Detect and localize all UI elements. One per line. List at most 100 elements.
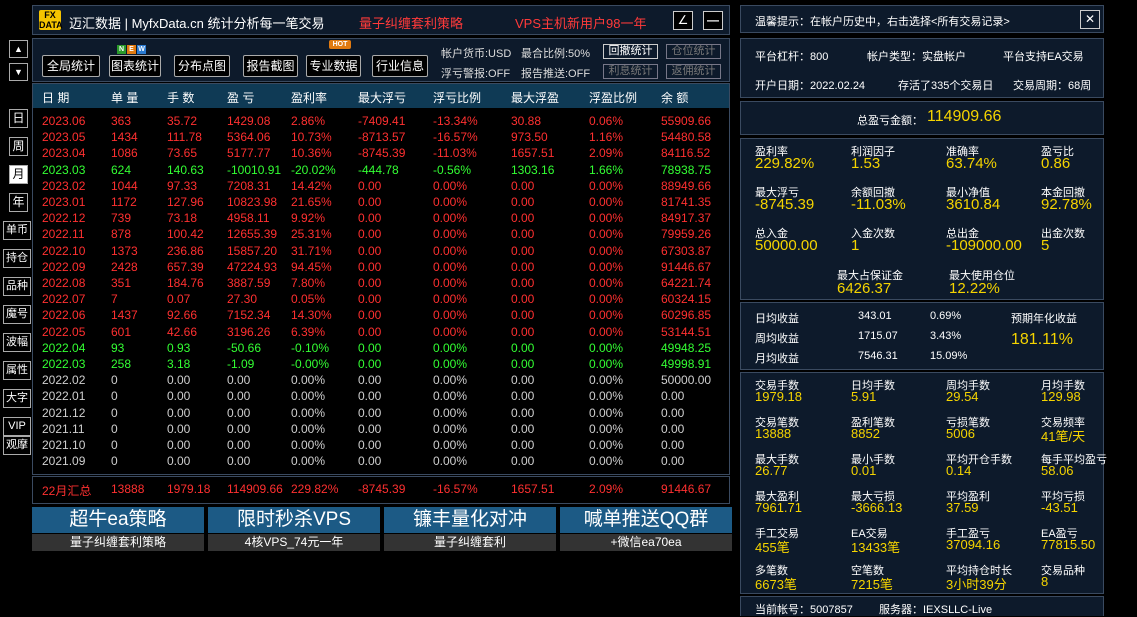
ad-banner[interactable]: 喊单推送QQ群 +微信ea70ea	[560, 507, 732, 551]
table-row[interactable]: 2022.09 2428 657.39 47224.93 94.45% 0.00 0.00%…	[33, 259, 729, 275]
table-cell: 0.00%	[433, 405, 468, 420]
tool-watch[interactable]: 观摩	[3, 436, 31, 455]
tool-attribute[interactable]: 属性	[3, 361, 31, 380]
table-row[interactable]: 2023.06 363 35.72 1429.08 2.86% -7409.41 -13.3…	[33, 113, 729, 129]
stat-value: 63.74%	[946, 155, 997, 172]
table-cell: 2022.02	[42, 373, 86, 388]
period-week[interactable]: 周	[9, 137, 28, 156]
table-row[interactable]: 2022.05 601 42.66 3196.26 6.39% 0.00 0.00% 0.00…	[33, 324, 729, 340]
scatter-chart-button[interactable]: 分布点图	[174, 55, 230, 77]
table-row[interactable]: 2022.07 7 0.07 27.30 0.05% 0.00 0.00% 0.00 0.00%…	[33, 291, 729, 307]
table-row[interactable]: 2022.01 0 0.00 0.00 0.00% 0.00 0.00% 0.00 0.00% 0…	[33, 388, 729, 404]
fxdata-logo: FX DATA	[39, 10, 63, 30]
table-cell: 0.00%	[589, 389, 624, 404]
table-cell: 0.00	[227, 454, 251, 469]
table-row[interactable]: 2023.04 1086 73.65 5177.77 10.36% -8745.39 -11…	[33, 145, 729, 161]
rebate-stats-button[interactable]: 返佣统计	[666, 64, 721, 79]
table-row[interactable]: 2022.06 1437 92.66 7152.34 14.30% 0.00 0.00% 0.…	[33, 307, 729, 323]
strategy-link[interactable]: 量子纠缠套利策略	[359, 13, 463, 32]
table-cell: 49998.91	[661, 357, 712, 371]
table-row[interactable]: 2023.03 624 140.63 -10010.91 -20.02% -444.78 -…	[33, 162, 729, 178]
table-cell: 2022.09	[42, 259, 86, 274]
ad-subtitle[interactable]: 4核VPS_74元一年	[208, 534, 380, 551]
ad-banner[interactable]: 镰丰量化对冲 量子纠缠套利	[384, 507, 556, 551]
annual-return-label: 预期年化收益	[1011, 313, 1077, 325]
tool-volatility[interactable]: 波幅	[3, 333, 31, 352]
table-row[interactable]: 2022.03 258 3.18 -1.09 -0.00% 0.00 0.00% 0.00 0.…	[33, 356, 729, 372]
table-cell: -11.03%	[433, 146, 477, 161]
table-row[interactable]: 2023.05 1434 111.78 5364.06 10.73% -8713.57 -1…	[33, 129, 729, 145]
table-cell: 0.00	[511, 178, 535, 193]
ad-subtitle[interactable]: +微信ea70ea	[560, 534, 732, 551]
tool-vip[interactable]: VIP	[3, 417, 31, 436]
table-row[interactable]: 2022.11 878 100.42 12655.39 25.31% 0.00 0.00% 0…	[33, 226, 729, 242]
table-cell: 0.00%	[433, 421, 468, 436]
ad-title[interactable]: 超牛ea策略	[32, 507, 204, 533]
table-row[interactable]: 2022.08 351 184.76 3887.59 7.80% 0.00 0.00% 0.0…	[33, 275, 729, 291]
ad-title[interactable]: 限时秒杀VPS	[208, 507, 380, 533]
table-cell: 10823.98	[227, 195, 278, 209]
tool-single-currency[interactable]: 单币	[3, 221, 31, 240]
table-row[interactable]: 2022.10 1373 236.86 15857.20 31.71% 0.00 0.00%…	[33, 243, 729, 259]
global-stats-button[interactable]: 全局统计	[42, 55, 100, 77]
period-month[interactable]: 月	[9, 165, 28, 184]
table-row[interactable]: 2021.09 0 0.00 0.00 0.00% 0.00 0.00% 0.00 0.00% 0…	[33, 453, 729, 469]
table-row[interactable]: 2021.11 0 0.00 0.00 0.00% 0.00 0.00% 0.00 0.00% 0…	[33, 421, 729, 437]
table-row[interactable]: 2022.02 0 0.00 0.00 0.00% 0.00 0.00% 0.00 0.00% 5…	[33, 372, 729, 388]
table-row[interactable]: 2022.04 93 0.93 -50.66 -0.10% 0.00 0.00% 0.00 0.…	[33, 340, 729, 356]
scroll-up-icon[interactable]: ▲	[9, 40, 28, 58]
drawdown-stats-button[interactable]: 回撤统计	[603, 44, 658, 59]
ad-banner[interactable]: 超牛ea策略 量子纠缠套利策略	[32, 507, 204, 551]
position-stats-button[interactable]: 仓位统计	[666, 44, 721, 59]
table-row[interactable]: 2022.12 739 73.18 4958.11 9.92% 0.00 0.00% 0.00…	[33, 210, 729, 226]
current-account: 当前帐号：5007857	[755, 604, 853, 616]
column-header[interactable]: 手 数	[167, 89, 194, 106]
scroll-down-icon[interactable]: ▼	[9, 63, 28, 81]
tool-symbol[interactable]: 品种	[3, 277, 31, 296]
table-row[interactable]: 2023.01 1172 127.96 10823.98 21.65% 0.00 0.00%…	[33, 194, 729, 210]
column-header[interactable]: 浮盈比例	[589, 89, 637, 106]
column-header[interactable]: 余 额	[661, 89, 688, 106]
tool-position[interactable]: 持仓	[3, 249, 31, 268]
close-icon[interactable]: ✕	[1080, 10, 1100, 29]
column-header[interactable]: 盈利率	[291, 89, 327, 106]
summary-cell: 2.09%	[589, 482, 624, 496]
table-cell: 21.65%	[291, 195, 332, 209]
report-screenshot-button[interactable]: 报告截图	[243, 55, 298, 77]
vps-promo-link[interactable]: VPS主机新用户98一年	[515, 13, 646, 32]
column-header[interactable]: 最大浮亏	[358, 89, 406, 106]
pro-data-button[interactable]: 专业数据	[306, 55, 361, 77]
interest-stats-button[interactable]: 利息统计	[603, 64, 658, 79]
table-row[interactable]: 2021.12 0 0.00 0.00 0.00% 0.00 0.00% 0.00 0.00% 0…	[33, 405, 729, 421]
table-cell: 1657.51	[511, 146, 555, 161]
column-header[interactable]: 浮亏比例	[433, 89, 481, 106]
column-header[interactable]: 最大浮盈	[511, 89, 559, 106]
table-cell: 0.00	[358, 259, 382, 274]
period-day[interactable]: 日	[9, 109, 28, 128]
chart-stats-button[interactable]: 图表统计	[109, 55, 161, 77]
table-cell: 2022.03	[42, 357, 86, 371]
avg-label: 日均收益	[755, 313, 799, 325]
stat-value: 1.53	[851, 155, 881, 172]
tool-large-font[interactable]: 大字	[3, 389, 31, 408]
column-header[interactable]: 盈 亏	[227, 89, 254, 106]
stat-value: 13888	[755, 426, 792, 441]
table-cell: 2021.10	[42, 438, 86, 452]
ad-subtitle[interactable]: 量子纠缠套利策略	[32, 534, 204, 551]
minimize-icon[interactable]: —	[703, 11, 723, 30]
tool-magic[interactable]: 魔号	[3, 305, 31, 324]
column-header[interactable]: 日 期	[42, 89, 69, 106]
table-cell: 0.00	[511, 259, 535, 274]
column-header[interactable]: 单 量	[111, 89, 138, 106]
table-row[interactable]: 2021.10 0 0.00 0.00 0.00% 0.00 0.00% 0.00 0.00% 0…	[33, 437, 729, 453]
ad-subtitle[interactable]: 量子纠缠套利	[384, 534, 556, 551]
table-cell: 2021.09	[42, 454, 86, 469]
ad-banner[interactable]: 限时秒杀VPS 4核VPS_74元一年	[208, 507, 380, 551]
stat-value: 58.06	[1041, 463, 1074, 478]
table-row[interactable]: 2023.02 1044 97.33 7208.31 14.42% 0.00 0.00% 0.…	[33, 178, 729, 194]
period-year[interactable]: 年	[9, 193, 28, 212]
ad-title[interactable]: 喊单推送QQ群	[560, 507, 732, 533]
ad-title[interactable]: 镰丰量化对冲	[384, 507, 556, 533]
industry-info-button[interactable]: 行业信息	[372, 55, 428, 77]
edit-icon[interactable]: ∠	[673, 11, 693, 30]
